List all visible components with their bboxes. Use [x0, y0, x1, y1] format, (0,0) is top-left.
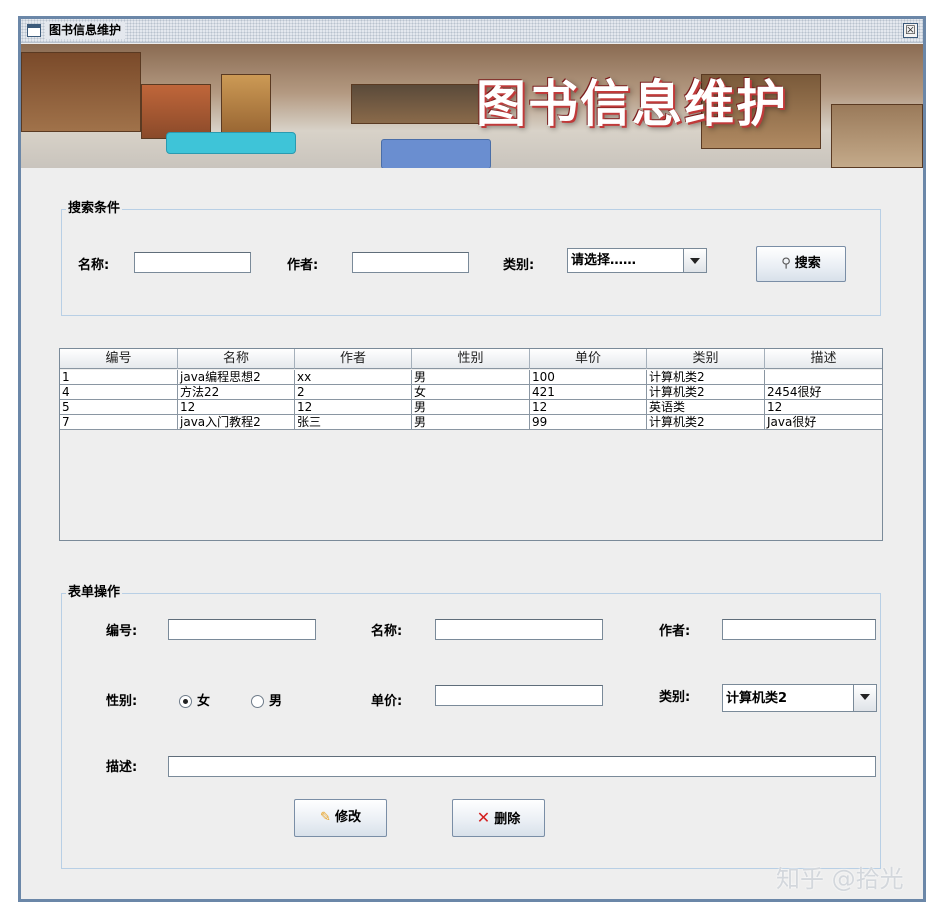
- search-name-label: 名称:: [78, 258, 110, 273]
- table-cell: 7: [60, 415, 178, 430]
- column-header[interactable]: 描述: [765, 349, 882, 369]
- table-cell: 12: [530, 400, 647, 415]
- delete-button-label: 删除: [494, 812, 521, 827]
- form-author-label: 作者:: [659, 624, 691, 639]
- form-price-label: 单价:: [371, 694, 403, 709]
- column-header[interactable]: 名称: [178, 349, 295, 369]
- table-cell: 计算机类2: [647, 415, 765, 430]
- form-name-field[interactable]: [435, 619, 603, 640]
- table-cell: java编程思想2: [178, 370, 295, 385]
- search-category-select[interactable]: 请选择……: [567, 248, 707, 273]
- table-cell: 女: [412, 385, 530, 400]
- form-id-field[interactable]: [168, 619, 316, 640]
- gender-male-label[interactable]: 男: [269, 693, 282, 711]
- table-cell: 英语类: [647, 400, 765, 415]
- search-author-label: 作者:: [287, 258, 319, 273]
- table-cell: [765, 370, 882, 385]
- edit-button[interactable]: ✎ 修改: [294, 799, 387, 837]
- chevron-down-icon[interactable]: [683, 249, 706, 272]
- table-cell: 12: [765, 400, 882, 415]
- search-icon: ⚲: [781, 256, 791, 271]
- close-button[interactable]: ☒: [903, 23, 918, 38]
- table-cell: 5: [60, 400, 178, 415]
- table-cell: 12: [295, 400, 412, 415]
- form-price-field[interactable]: [435, 685, 603, 706]
- column-header[interactable]: 性别: [412, 349, 530, 369]
- search-author-input[interactable]: [352, 252, 469, 273]
- search-legend: 搜索条件: [66, 201, 123, 217]
- table-row[interactable]: 5 12 12 男 12 英语类 12: [60, 400, 882, 415]
- form-desc-label: 描述:: [106, 760, 138, 775]
- title-bar[interactable]: 图书信息维护 ☒: [21, 19, 923, 43]
- banner-title: 图书信息维护: [476, 75, 788, 133]
- form-author-field[interactable]: [722, 619, 876, 640]
- bookshelf-icon: [221, 74, 271, 134]
- table-cell: 99: [530, 415, 647, 430]
- table-cell: Java很好: [765, 415, 882, 430]
- bookshelf-icon: [351, 84, 481, 124]
- delete-x-icon: ✕: [476, 808, 491, 827]
- column-header[interactable]: 作者: [295, 349, 412, 369]
- table-row[interactable]: 4 方法22 2 女 421 计算机类2 2454很好: [60, 385, 882, 400]
- column-header[interactable]: 编号: [60, 349, 178, 369]
- table-cell: 方法22: [178, 385, 295, 400]
- table-row[interactable]: 1 java编程思想2 xx 男 100 计算机类2: [60, 370, 882, 385]
- bookshelf-icon: [141, 84, 211, 139]
- form-gender-label: 性别:: [106, 694, 138, 709]
- table-cell: 张三: [295, 415, 412, 430]
- search-name-input[interactable]: [134, 252, 251, 273]
- cushion-icon: [166, 132, 296, 154]
- form-desc-field[interactable]: [168, 756, 876, 777]
- table-cell: 12: [178, 400, 295, 415]
- form-category-select[interactable]: 计算机类2: [722, 684, 877, 712]
- table-cell: 计算机类2: [647, 370, 765, 385]
- form-category-value: 计算机类2: [726, 691, 788, 706]
- table-cell: 男: [412, 370, 530, 385]
- banner-image: 图书信息维护: [21, 44, 923, 168]
- pencil-icon: ✎: [320, 810, 331, 825]
- table-cell: 100: [530, 370, 647, 385]
- table-cell: 4: [60, 385, 178, 400]
- table-header: 编号 名称 作者 性别 单价 类别 描述: [60, 349, 882, 369]
- bookshelf-left-icon: [21, 52, 141, 132]
- form-name-label: 名称:: [371, 624, 403, 639]
- app-window: 图书信息维护 ☒ 图书信息维护 搜索条件 名称: 作者: 类别: 请选择…… ⚲…: [18, 16, 926, 902]
- table-cell: xx: [295, 370, 412, 385]
- gender-female-label[interactable]: 女: [197, 693, 210, 711]
- cushion-icon: [381, 139, 491, 168]
- books-table[interactable]: 编号 名称 作者 性别 单价 类别 描述 1 java编程思想2 xx 男 10…: [59, 348, 883, 541]
- form-legend: 表单操作: [66, 585, 123, 601]
- table-cell: 男: [412, 415, 530, 430]
- column-header[interactable]: 单价: [530, 349, 647, 369]
- table-cell: java入门教程2: [178, 415, 295, 430]
- table-cell: 421: [530, 385, 647, 400]
- search-button-label: 搜索: [794, 256, 821, 271]
- table-row[interactable]: 7 java入门教程2 张三 男 99 计算机类2 Java很好: [60, 415, 882, 430]
- chevron-down-icon[interactable]: [853, 685, 876, 711]
- window-icon: [27, 24, 41, 37]
- gender-female-radio[interactable]: [179, 695, 192, 708]
- edit-button-label: 修改: [334, 810, 361, 825]
- table-cell: 男: [412, 400, 530, 415]
- form-category-label: 类别:: [659, 690, 691, 705]
- window-title: 图书信息维护: [45, 22, 126, 39]
- search-button[interactable]: ⚲ 搜索: [756, 246, 846, 282]
- search-category-label: 类别:: [503, 258, 535, 273]
- table-cell: 2454很好: [765, 385, 882, 400]
- watermark-text: 知乎 @拾光: [776, 865, 904, 893]
- column-header[interactable]: 类别: [647, 349, 765, 369]
- form-id-label: 编号:: [106, 624, 138, 639]
- delete-button[interactable]: ✕ 删除: [452, 799, 545, 837]
- table-cell: 1: [60, 370, 178, 385]
- search-category-value: 请选择……: [571, 253, 637, 268]
- table-cell: 2: [295, 385, 412, 400]
- bookshelf-icon: [831, 104, 923, 168]
- gender-male-radio[interactable]: [251, 695, 264, 708]
- table-cell: 计算机类2: [647, 385, 765, 400]
